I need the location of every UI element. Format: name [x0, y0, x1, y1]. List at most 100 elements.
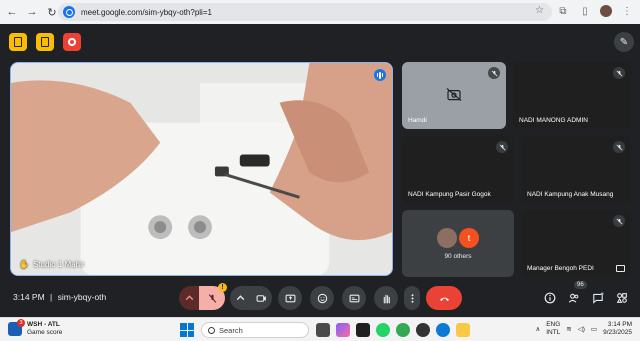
- whatsapp-icon[interactable]: [376, 323, 390, 337]
- tile-name: Hamdi: [408, 117, 427, 124]
- screen: ← → ↻ meet.google.com/sim-ybqy-oth?pli=1…: [0, 0, 640, 341]
- volume-icon[interactable]: ◁): [578, 325, 585, 333]
- browser-toolbar: ← → ↻ meet.google.com/sim-ybqy-oth?pli=1…: [0, 0, 640, 24]
- participant-tile-pasir-gogok[interactable]: NADI Kampung Pasir Gogok: [402, 136, 514, 203]
- edge-icon[interactable]: [436, 323, 450, 337]
- others-avatars: t: [402, 228, 514, 248]
- taskbar-search[interactable]: Search: [201, 322, 309, 338]
- extensions-icon[interactable]: ⧉: [556, 4, 570, 18]
- captions-icon: [349, 294, 359, 302]
- tile-name: NADI MANONG ADMIN: [519, 117, 588, 124]
- transcript-icon[interactable]: [36, 33, 54, 51]
- others-tile[interactable]: t 90 others: [402, 210, 514, 277]
- present-button[interactable]: [278, 286, 302, 310]
- chat-icon: [593, 292, 604, 304]
- game-subtitle: Game score: [27, 329, 63, 336]
- browser-icon[interactable]: [416, 323, 430, 337]
- mic-off-icon: [613, 215, 625, 227]
- search-placeholder: Search: [219, 325, 243, 335]
- mic-options-button[interactable]: [179, 286, 199, 310]
- others-label: 90 others: [444, 253, 472, 260]
- copilot-icon[interactable]: [336, 323, 350, 337]
- notes-icon[interactable]: [9, 33, 27, 51]
- site-info-icon[interactable]: [63, 6, 75, 18]
- meeting-details-button[interactable]: [542, 290, 558, 306]
- clock-time: 3:14 PM: [607, 321, 632, 328]
- camera-options-button[interactable]: [230, 286, 250, 310]
- more-options-button[interactable]: [404, 286, 420, 310]
- mic-off-icon: [208, 293, 216, 303]
- chrome-icon[interactable]: [396, 323, 410, 337]
- mic-toggle-button[interactable]: !: [199, 283, 227, 310]
- camera-icon: [256, 294, 266, 302]
- avatar-letter: t: [459, 228, 479, 248]
- address-bar[interactable]: meet.google.com/sim-ybqy-oth?pli=1 ☆: [58, 3, 552, 21]
- game-title: WSH - ATL: [27, 321, 60, 328]
- mic-off-icon: [613, 67, 625, 79]
- captions-button[interactable]: [342, 286, 366, 310]
- bookmark-star-icon[interactable]: ☆: [535, 5, 544, 16]
- people-icon: [568, 293, 579, 303]
- recording-icon[interactable]: [63, 33, 81, 51]
- mic-off-icon: [613, 141, 625, 153]
- sidebar-icon[interactable]: ▯: [578, 4, 592, 18]
- meeting-time: 3:14 PM: [13, 292, 45, 302]
- main-participant-name: ✋ Studio 1 Mahir: [19, 260, 85, 269]
- raise-hand-button[interactable]: [374, 286, 398, 310]
- mic-off-icon: [488, 67, 500, 79]
- speaking-indicator-icon: [374, 69, 386, 81]
- kebab-menu-icon: [411, 293, 413, 303]
- meeting-info: 3:14 PM | sim-ybqy-oth: [13, 292, 106, 302]
- mic-warning-badge: !: [218, 283, 227, 292]
- back-icon[interactable]: ←: [4, 4, 20, 20]
- people-button[interactable]: [566, 290, 582, 306]
- lang-line2: INTL: [546, 329, 561, 336]
- wifi-icon[interactable]: ≋: [566, 325, 571, 333]
- reactions-button[interactable]: [310, 286, 334, 310]
- profile-avatar[interactable]: [600, 5, 612, 17]
- screen-share-icon: [616, 265, 625, 272]
- app-icon[interactable]: [356, 323, 370, 337]
- chevron-up-icon[interactable]: ∧: [535, 325, 540, 333]
- activities-button[interactable]: [614, 290, 630, 306]
- search-icon: [208, 326, 215, 334]
- chevron-up-icon: [236, 294, 244, 300]
- score-widget[interactable]: WSH - ATL Game score: [8, 319, 62, 337]
- meeting-separator: |: [50, 292, 53, 302]
- camera-toggle-button[interactable]: [250, 286, 272, 310]
- clock-date: 9/23/2025: [603, 329, 632, 336]
- chat-button[interactable]: [590, 290, 606, 306]
- participant-count-badge: 96: [574, 281, 587, 289]
- pin-icon: ✋: [19, 260, 29, 269]
- task-view-icon[interactable]: [316, 323, 330, 337]
- meeting-code: sim-ybqy-oth: [57, 292, 107, 302]
- present-screen-icon: [285, 294, 295, 302]
- menu-kebab-icon[interactable]: ⋮: [620, 4, 634, 18]
- participant-tile-bengoh[interactable]: Manager Bengoh PEDI: [521, 210, 631, 277]
- participant-tile-nadi-manong[interactable]: NADI MANONG ADMIN: [513, 62, 631, 129]
- forward-icon[interactable]: →: [24, 4, 40, 20]
- browser-actions: ⧉ ▯ ⋮: [556, 4, 634, 18]
- tile-name: NADI Kampung Pasir Gogok: [408, 191, 491, 198]
- avatar: [437, 228, 457, 248]
- url-text: meet.google.com/sim-ybqy-oth?pli=1: [81, 7, 212, 17]
- language-indicator[interactable]: ENG INTL: [546, 321, 560, 337]
- clock[interactable]: 3:14 PM 9/23/2025: [603, 321, 632, 337]
- windows-taskbar: WSH - ATL Game score Search ∧ ENG INTL ≋…: [0, 317, 640, 341]
- file-explorer-icon[interactable]: [456, 323, 470, 337]
- participant-tile-anak-musang[interactable]: NADI Kampung Anak Musang: [521, 136, 631, 203]
- meeting-controls-bar: 3:14 PM | sim-ybqy-oth ! 96: [0, 281, 640, 313]
- tile-name: NADI Kampung Anak Musang: [527, 191, 614, 198]
- main-participant-label: Studio 1 Mahir: [32, 260, 85, 269]
- battery-icon[interactable]: ▭: [591, 325, 597, 333]
- windows-start-icon[interactable]: [180, 323, 194, 337]
- participant-tile-hamdi[interactable]: Hamdi: [402, 62, 506, 129]
- leave-call-button[interactable]: [426, 286, 462, 310]
- info-icon: [544, 292, 556, 304]
- hang-up-icon: [439, 297, 449, 301]
- shapes-icon: [616, 293, 627, 303]
- edit-pen-icon[interactable]: ✎: [614, 32, 634, 52]
- score-widget-text: WSH - ATL Game score: [27, 321, 62, 337]
- tile-name: Manager Bengoh PEDI: [527, 265, 594, 272]
- main-video-tile[interactable]: ✋ Studio 1 Mahir: [10, 62, 393, 276]
